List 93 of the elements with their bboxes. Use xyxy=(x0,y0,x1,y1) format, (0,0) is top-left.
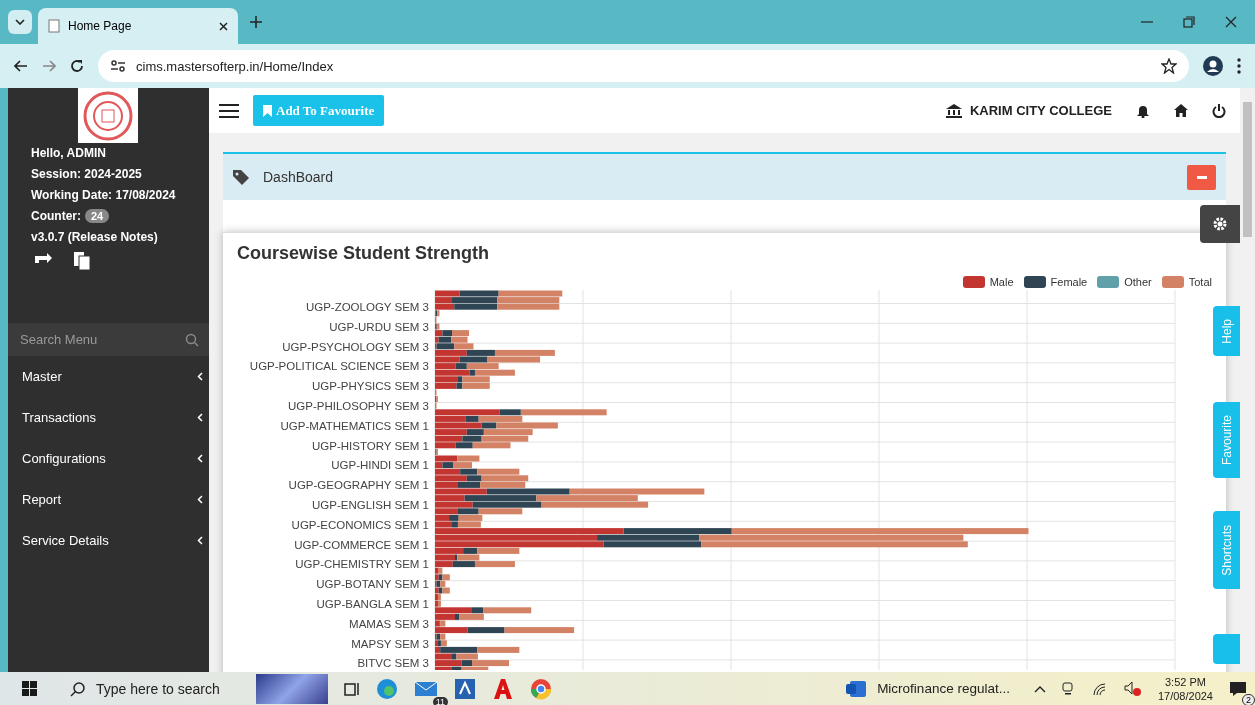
category-label: UGP-HINDI SEM 1 xyxy=(330,458,429,474)
wifi-icon[interactable] xyxy=(1091,681,1108,696)
category-label: MAMAS SEM 3 xyxy=(348,616,429,632)
version-link[interactable]: v3.0.7 (Release Notes) xyxy=(31,230,209,244)
menu-item[interactable]: Service Details xyxy=(22,533,109,548)
counter-label: Counter: xyxy=(31,209,81,223)
close-icon[interactable] xyxy=(1225,16,1237,28)
college-name: KARIM CITY COLLEGE xyxy=(969,103,1112,118)
menu-item[interactable]: Transactions xyxy=(22,410,96,425)
category-label: UGP-PHILOSOPHY SEM 3 xyxy=(286,399,429,414)
legend-item[interactable]: Male xyxy=(962,276,1014,288)
clock-time[interactable]: 3:52 PM xyxy=(1165,675,1206,688)
forward-icon[interactable] xyxy=(42,60,56,72)
site-settings-icon xyxy=(110,59,126,73)
legend-item[interactable]: Other xyxy=(1097,276,1152,288)
mail-icon[interactable] xyxy=(414,679,438,698)
category-label: UGP-PSYCHOLOGY SEM 3 xyxy=(281,339,429,355)
taskbar-search-input[interactable]: Type here to search xyxy=(94,679,238,698)
category-label: UGP-POLITICAL SCIENCE SEM 3 xyxy=(248,359,429,375)
collapse-button[interactable] xyxy=(1187,164,1216,190)
category-label: UGP-ECONOMICS SEM 1 xyxy=(290,517,429,533)
bookmark-icon xyxy=(263,104,272,117)
category-label: UGP-MATHEMATICS SEM 1 xyxy=(279,418,429,434)
chevron-left-icon xyxy=(197,495,203,504)
menu-item[interactable]: Configurations xyxy=(22,451,106,466)
back-icon[interactable] xyxy=(14,60,28,72)
clock-date[interactable]: 17/08/2024 xyxy=(1157,689,1213,702)
chart-title: Coursewise Student Strength xyxy=(236,242,491,264)
chevron-down-icon xyxy=(15,19,25,25)
search-menu-input[interactable]: Search Menu xyxy=(18,323,185,356)
muted-speaker-icon[interactable] xyxy=(1123,680,1142,697)
app-icon[interactable] xyxy=(454,677,476,700)
minus-icon xyxy=(1196,175,1207,179)
meet-icon[interactable] xyxy=(1061,680,1076,697)
home-icon[interactable] xyxy=(1174,104,1188,117)
search-highlight-image xyxy=(256,673,328,704)
category-label: UGP-BANGLA SEM 1 xyxy=(315,596,429,612)
legend-item[interactable]: Female xyxy=(1023,276,1088,288)
category-label: UGP-BOTANY SEM 1 xyxy=(315,577,429,593)
chevron-left-icon xyxy=(197,372,203,381)
edge-browser-icon[interactable] xyxy=(376,677,398,700)
search-menu-field[interactable]: Search Menu xyxy=(8,323,209,356)
category-label: UGP-ENGLISH SEM 1 xyxy=(311,497,429,513)
chevron-left-icon xyxy=(197,454,203,463)
college-logo xyxy=(78,88,138,143)
profile-icon[interactable] xyxy=(1203,56,1223,76)
category-label: BITVC SEM 3 xyxy=(356,656,429,672)
app-icon xyxy=(845,679,868,698)
institution-icon xyxy=(945,103,962,118)
working-date-text: Working Date: 17/08/2024 xyxy=(31,188,177,202)
chevron-left-icon xyxy=(197,536,203,545)
bell-icon[interactable] xyxy=(1136,103,1150,118)
search-icon xyxy=(70,680,86,697)
category-label: UGP-ZOOLOGY SEM 3 xyxy=(304,300,429,315)
search-icon xyxy=(185,332,199,347)
scrollbar[interactable] xyxy=(1240,88,1255,672)
legend-item[interactable]: Total xyxy=(1161,276,1212,288)
power-icon[interactable] xyxy=(1212,103,1226,118)
settings-icon xyxy=(1213,217,1227,231)
category-label: UGP-GEOGRAPHY SEM 1 xyxy=(287,478,429,494)
reload-icon[interactable] xyxy=(70,59,84,73)
browser-tab[interactable]: Home Page xyxy=(38,8,238,44)
category-label: UGP-PHYSICS SEM 3 xyxy=(311,379,429,395)
documents-icon[interactable] xyxy=(73,251,91,271)
notifications-icon[interactable] xyxy=(1229,680,1247,697)
chrome-icon[interactable] xyxy=(530,676,554,701)
star-icon[interactable] xyxy=(1161,58,1177,74)
counter-badge: 24 xyxy=(85,209,110,223)
panel-title: DashBoard xyxy=(263,169,334,185)
taskbar-window[interactable]: Microfinance regulat... xyxy=(845,679,1010,698)
mail-badge: 11 xyxy=(432,696,448,705)
tab-list-button[interactable] xyxy=(8,10,32,34)
chevron-left-icon xyxy=(197,413,203,422)
page-icon xyxy=(48,19,60,33)
settings-button[interactable] xyxy=(1200,205,1240,243)
letter-a-icon[interactable] xyxy=(492,677,514,700)
address-bar[interactable]: cims.mastersofterp.in/Home/Index xyxy=(98,50,1189,82)
menu-item[interactable]: Master xyxy=(22,369,62,384)
restore-icon[interactable] xyxy=(1183,16,1195,28)
task-view-icon[interactable] xyxy=(344,680,360,697)
notification-count: 2 xyxy=(1242,693,1255,705)
greeting-text: Hello, ADMIN xyxy=(31,146,107,160)
category-label: MAPSY SEM 3 xyxy=(350,636,429,652)
category-label: UGP-HISTORY SEM 1 xyxy=(311,438,429,454)
menu-icon[interactable] xyxy=(1237,58,1241,74)
session-text: Session: 2024-2025 xyxy=(31,167,143,181)
chevron-up-icon[interactable] xyxy=(1033,684,1046,693)
windows-start-icon[interactable] xyxy=(22,680,38,697)
close-icon[interactable] xyxy=(219,21,228,31)
category-label: UGP-COMMERCE SEM 1 xyxy=(293,537,429,553)
category-label: UGP-CHEMISTRY SEM 1 xyxy=(294,557,429,573)
category-label: UGP-URDU SEM 3 xyxy=(328,319,429,335)
menu-item[interactable]: Report xyxy=(22,492,62,507)
